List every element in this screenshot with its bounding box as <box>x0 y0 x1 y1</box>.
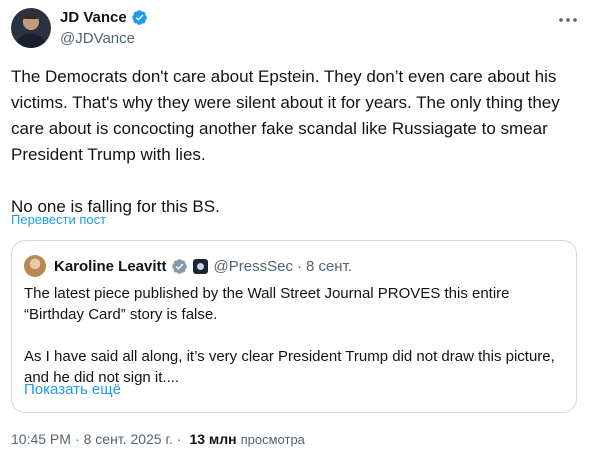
tweet-metadata: 10:45 PM · 8 сент. 2025 г. · 13 млн прос… <box>11 431 305 447</box>
show-more-link[interactable]: Показать ещё <box>24 381 121 398</box>
separator-dot: · <box>176 431 182 447</box>
views-label: просмотра <box>240 432 305 447</box>
tweet-header: JD Vance @JDVance <box>11 8 579 52</box>
more-horizontal-icon <box>559 18 577 22</box>
separator-dot: · <box>74 431 80 447</box>
verified-badge-icon <box>131 10 147 25</box>
author-name[interactable]: JD Vance <box>60 9 127 26</box>
quoted-author-name[interactable]: Karoline Leavitt <box>54 258 167 275</box>
avatar-hair <box>24 14 38 19</box>
quoted-tweet-card[interactable]: Karoline Leavitt @PressSec · 8 сент. The… <box>11 240 577 413</box>
verified-badge-icon <box>171 258 187 274</box>
author-handle[interactable]: @JDVance <box>60 30 135 47</box>
separator-dot: · <box>296 257 302 275</box>
white-house-affiliation-icon[interactable] <box>192 258 208 274</box>
quoted-tweet-header: Karoline Leavitt @PressSec · 8 сент. <box>24 255 352 277</box>
tweet-date[interactable]: 8 сент. 2025 г. <box>84 431 173 447</box>
avatar-suit <box>17 34 45 48</box>
quoted-tweet-text: The latest piece published by the Wall S… <box>24 285 555 386</box>
translate-post-link[interactable]: Перевести пост <box>11 212 106 227</box>
quoted-author-avatar[interactable] <box>24 255 46 277</box>
views-count[interactable]: 13 млн <box>189 431 236 447</box>
tweet-time[interactable]: 10:45 PM <box>11 431 71 447</box>
author-name-row: JD Vance <box>60 9 148 26</box>
more-options-button[interactable] <box>557 12 579 28</box>
quoted-tweet-date[interactable]: 8 сент. <box>306 258 352 275</box>
tweet-body-text: The Democrats don't care about Epstein. … <box>11 67 560 216</box>
quoted-author-handle: @PressSec <box>213 257 293 275</box>
author-avatar[interactable] <box>11 8 51 48</box>
